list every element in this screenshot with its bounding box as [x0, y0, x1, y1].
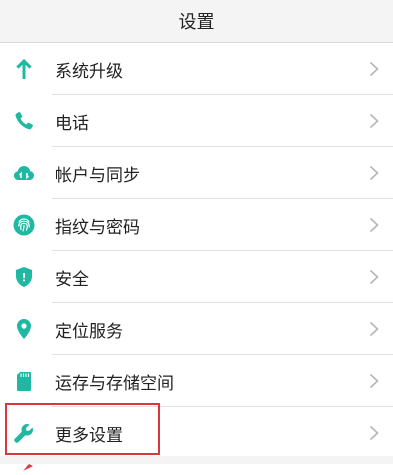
- settings-item-label: 更多设置: [55, 425, 123, 446]
- page-title: 设置: [178, 12, 215, 33]
- shield-icon: [12, 265, 36, 289]
- chevron-right-icon: [369, 113, 379, 129]
- settings-item-phone[interactable]: 电话: [0, 95, 393, 147]
- title-bar: 设置: [0, 0, 393, 43]
- settings-item-fingerprint-password[interactable]: 指纹与密码: [0, 199, 393, 251]
- chevron-right-icon: [369, 321, 379, 337]
- settings-item-label: 定位服务: [55, 321, 123, 342]
- settings-item-label: 运存与存储空间: [55, 373, 174, 394]
- settings-item-label: 指纹与密码: [55, 217, 140, 238]
- chevron-right-icon: [369, 61, 379, 77]
- settings-item-location-services[interactable]: 定位服务: [0, 303, 393, 355]
- chevron-right-icon: [369, 373, 379, 389]
- settings-item-system-update[interactable]: 系统升级: [0, 43, 393, 95]
- settings-item-security[interactable]: 安全: [0, 251, 393, 303]
- settings-list: 系统升级 电话 帐户与同步 指纹与密码 安全 定位服务 运存与存储空间 更多设置: [0, 43, 393, 459]
- settings-item-memory-storage[interactable]: 运存与存储空间: [0, 355, 393, 407]
- cloud-sync-icon: [12, 161, 36, 185]
- settings-item-more-settings[interactable]: 更多设置: [0, 407, 393, 459]
- arrow-up-icon: [12, 57, 36, 81]
- chevron-right-icon: [369, 425, 379, 441]
- bottom-divider: [0, 456, 393, 464]
- settings-item-label: 系统升级: [55, 61, 123, 82]
- chevron-right-icon: [369, 217, 379, 233]
- sd-card-icon: [12, 369, 36, 393]
- fingerprint-icon: [12, 213, 36, 237]
- wrench-icon: [12, 421, 36, 445]
- settings-item-label: 帐户与同步: [55, 165, 140, 186]
- settings-item-label: 安全: [55, 269, 89, 290]
- settings-item-label: 电话: [55, 113, 89, 134]
- settings-item-accounts-sync[interactable]: 帐户与同步: [0, 147, 393, 199]
- location-pin-icon: [12, 317, 36, 341]
- chevron-right-icon: [369, 269, 379, 285]
- phone-icon: [12, 109, 36, 133]
- chevron-right-icon: [369, 165, 379, 181]
- red-arrow-icon: [22, 456, 34, 471]
